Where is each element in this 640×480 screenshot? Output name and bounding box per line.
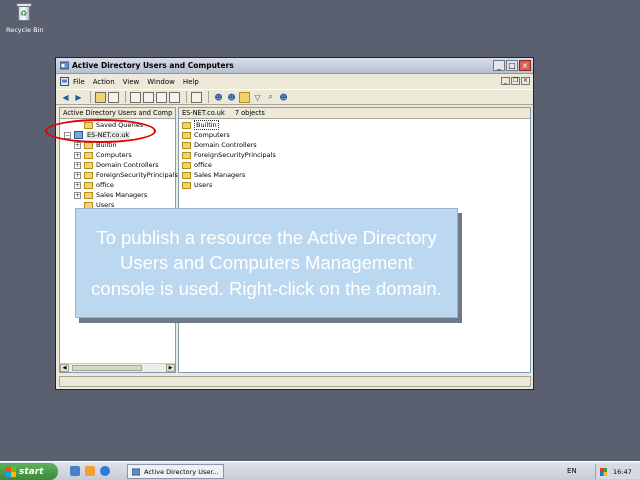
aduc-app-icon — [60, 61, 69, 70]
task-button-aduc[interactable]: Active Directory User... — [127, 464, 224, 479]
list-item-builtin[interactable]: Builtin — [182, 120, 219, 130]
tree-horizontal-scrollbar[interactable]: ◀ ▶ — [60, 363, 175, 372]
tree-item-sales-managers[interactable]: + Sales Managers — [74, 190, 147, 200]
tree-header[interactable]: Active Directory Users and Comp — [60, 108, 175, 119]
find-icon[interactable]: ⌕ — [265, 92, 276, 103]
help-icon[interactable] — [191, 91, 202, 103]
system-tray: 16:47 — [595, 464, 640, 479]
menu-view[interactable]: View — [123, 78, 140, 86]
console-icon — [60, 77, 69, 86]
folder-icon — [182, 151, 191, 159]
list-item-office[interactable]: office — [182, 160, 212, 170]
tree-item-domain-controllers[interactable]: + Domain Controllers — [74, 160, 159, 170]
network-icon[interactable] — [600, 467, 607, 476]
filter-icon[interactable]: ▽ — [252, 92, 263, 103]
list-item-sales-managers[interactable]: Sales Managers — [182, 170, 245, 180]
minimize-button[interactable]: _ — [493, 60, 505, 71]
recycle-bin-icon: ♻ — [15, 2, 33, 22]
recycle-bin[interactable]: ♻ Recycle Bin — [6, 2, 44, 34]
list-item-domain-controllers[interactable]: Domain Controllers — [182, 140, 257, 150]
ou-icon — [182, 171, 191, 179]
windows-logo-icon — [6, 466, 16, 477]
ou-icon — [84, 161, 93, 169]
expand-icon[interactable]: + — [74, 191, 81, 199]
ou-icon — [84, 181, 93, 189]
callout-text: To publish a resource the Active Directo… — [91, 226, 442, 299]
scroll-thumb[interactable] — [72, 365, 142, 371]
expand-icon[interactable]: + — [74, 181, 81, 189]
ou-icon — [182, 161, 191, 169]
child-minimize-button[interactable]: _ — [501, 77, 510, 85]
taskbar: start Active Directory User... EN 16:47 — [0, 461, 640, 480]
create-group-icon[interactable]: ☻ — [226, 92, 237, 103]
details-header: ES-NET.co.uk 7 objects — [179, 108, 530, 119]
aduc-app-icon — [132, 468, 140, 475]
create-ou-icon[interactable] — [239, 91, 250, 103]
expand-icon[interactable]: + — [74, 141, 81, 149]
show-desktop-icon[interactable] — [70, 466, 80, 476]
child-close-button[interactable]: × — [521, 77, 530, 85]
properties-icon[interactable] — [143, 91, 154, 103]
domain-highlight-circle — [45, 119, 156, 143]
folder-icon — [84, 171, 93, 179]
folder-icon — [182, 131, 191, 139]
folder-icon — [182, 121, 191, 129]
tree-item-computers[interactable]: + Computers — [74, 150, 132, 160]
folder-icon — [84, 151, 93, 159]
internet-explorer-icon[interactable] — [100, 466, 110, 476]
close-button[interactable]: × — [519, 60, 531, 71]
create-user-icon[interactable]: ☻ — [213, 92, 224, 103]
cut-icon[interactable] — [130, 91, 141, 103]
ou-icon — [84, 191, 93, 199]
child-restore-button[interactable]: ❐ — [511, 77, 520, 85]
show-tree-icon[interactable] — [108, 91, 119, 103]
language-indicator[interactable]: EN — [567, 467, 577, 475]
menu-help[interactable]: Help — [183, 78, 199, 86]
menu-file[interactable]: File — [73, 78, 85, 86]
start-button[interactable]: start — [0, 463, 58, 480]
up-folder-icon[interactable] — [95, 91, 106, 103]
back-arrow-icon[interactable]: ◀ — [60, 92, 71, 103]
list-item-computers[interactable]: Computers — [182, 130, 230, 140]
media-player-icon[interactable] — [85, 466, 95, 476]
ou-icon — [182, 141, 191, 149]
scroll-right-icon[interactable]: ▶ — [166, 364, 175, 372]
toolbar: ◀ ▶ ☻ ☻ ▽ ⌕ ☻ — [56, 89, 533, 105]
export-list-icon[interactable] — [169, 91, 180, 103]
window-title: Active Directory Users and Computers — [72, 61, 234, 70]
quick-launch — [70, 466, 110, 476]
forward-arrow-icon[interactable]: ▶ — [73, 92, 84, 103]
tree-item-office[interactable]: + office — [74, 180, 114, 190]
refresh-icon[interactable] — [156, 91, 167, 103]
recycle-bin-label: Recycle Bin — [6, 26, 44, 34]
object-count: 7 objects — [234, 109, 265, 117]
scroll-left-icon[interactable]: ◀ — [60, 364, 69, 372]
clock[interactable]: 16:47 — [613, 468, 632, 476]
instruction-callout: To publish a resource the Active Directo… — [75, 208, 458, 318]
expand-icon[interactable]: + — [74, 151, 81, 159]
expand-icon[interactable]: + — [74, 161, 81, 169]
list-item-foreign-security-principals[interactable]: ForeignSecurityPrincipals — [182, 150, 276, 160]
start-label: start — [19, 466, 44, 477]
tree-item-foreign-security-principals[interactable]: + ForeignSecurityPrincipals — [74, 170, 178, 180]
expand-icon[interactable]: + — [74, 171, 81, 179]
maximize-button[interactable]: □ — [506, 60, 518, 71]
menu-window[interactable]: Window — [147, 78, 175, 86]
status-bar — [59, 376, 531, 387]
menu-bar: File Action View Window Help _ ❐ × — [56, 75, 533, 88]
list-item-users[interactable]: Users — [182, 180, 212, 190]
add-to-group-icon[interactable]: ☻ — [278, 92, 289, 103]
title-bar[interactable]: Active Directory Users and Computers _ □… — [56, 58, 533, 74]
menu-action[interactable]: Action — [93, 78, 115, 86]
folder-icon — [182, 181, 191, 189]
